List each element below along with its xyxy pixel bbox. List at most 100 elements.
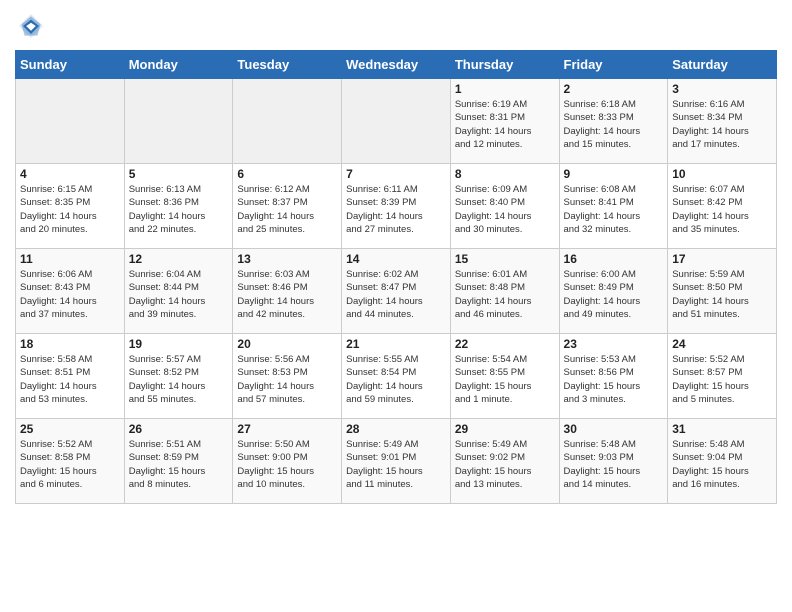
calendar-cell: 23Sunrise: 5:53 AM Sunset: 8:56 PM Dayli…: [559, 334, 668, 419]
day-info: Sunrise: 5:50 AM Sunset: 9:00 PM Dayligh…: [237, 438, 337, 491]
calendar-cell: 4 Sunrise: 6:15 AM Sunset: 8:35 PM Daylig…: [16, 164, 125, 249]
day-info: Sunrise: 6:00 AM Sunset: 8:49 PM Dayligh…: [564, 268, 664, 321]
day-info: Sunrise: 5:59 AM Sunset: 8:50 PM Dayligh…: [672, 268, 772, 321]
calendar-cell: 28Sunrise: 5:49 AM Sunset: 9:01 PM Dayli…: [342, 419, 451, 504]
day-info: Sunrise: 6:15 AM Sunset: 8:35 PM Dayligh…: [20, 183, 120, 236]
day-info: Sunrise: 6:19 AM Sunset: 8:31 PM Dayligh…: [455, 98, 555, 151]
calendar-cell: 13 Sunrise: 6:03 AM Sunset: 8:46 PM Dayli…: [233, 249, 342, 334]
day-number: 19: [129, 337, 229, 351]
calendar-cell: 17 Sunrise: 5:59 AM Sunset: 8:50 PM Dayli…: [668, 249, 777, 334]
weekday-header: Thursday: [450, 51, 559, 79]
day-info: Sunrise: 5:57 AM Sunset: 8:52 PM Dayligh…: [129, 353, 229, 406]
day-number: 11: [20, 252, 120, 266]
calendar-cell: 15 Sunrise: 6:01 AM Sunset: 8:48 PM Dayli…: [450, 249, 559, 334]
weekday-header: Wednesday: [342, 51, 451, 79]
calendar-cell: [342, 79, 451, 164]
calendar-cell: 30Sunrise: 5:48 AM Sunset: 9:03 PM Dayli…: [559, 419, 668, 504]
calendar-cell: [124, 79, 233, 164]
day-number: 21: [346, 337, 446, 351]
day-number: 14: [346, 252, 446, 266]
day-number: 17: [672, 252, 772, 266]
day-number: 22: [455, 337, 555, 351]
calendar-week-row: 4 Sunrise: 6:15 AM Sunset: 8:35 PM Daylig…: [16, 164, 777, 249]
calendar-cell: 25 Sunrise: 5:52 AM Sunset: 8:58 PM Dayli…: [16, 419, 125, 504]
weekday-header: Sunday: [16, 51, 125, 79]
day-info: Sunrise: 6:16 AM Sunset: 8:34 PM Dayligh…: [672, 98, 772, 151]
weekday-header: Monday: [124, 51, 233, 79]
calendar: SundayMondayTuesdayWednesdayThursdayFrid…: [15, 50, 777, 504]
day-info: Sunrise: 5:55 AM Sunset: 8:54 PM Dayligh…: [346, 353, 446, 406]
weekday-header: Saturday: [668, 51, 777, 79]
calendar-cell: 22 Sunrise: 5:54 AM Sunset: 8:55 PM Dayli…: [450, 334, 559, 419]
calendar-cell: 8Sunrise: 6:09 AM Sunset: 8:40 PM Daylig…: [450, 164, 559, 249]
calendar-cell: 29 Sunrise: 5:49 AM Sunset: 9:02 PM Dayli…: [450, 419, 559, 504]
calendar-cell: 18Sunrise: 5:58 AM Sunset: 8:51 PM Dayli…: [16, 334, 125, 419]
day-number: 26: [129, 422, 229, 436]
calendar-week-row: 18Sunrise: 5:58 AM Sunset: 8:51 PM Dayli…: [16, 334, 777, 419]
logo-icon: [15, 10, 47, 42]
calendar-cell: [16, 79, 125, 164]
day-info: Sunrise: 5:48 AM Sunset: 9:04 PM Dayligh…: [672, 438, 772, 491]
day-number: 5: [129, 167, 229, 181]
day-info: Sunrise: 6:01 AM Sunset: 8:48 PM Dayligh…: [455, 268, 555, 321]
day-info: Sunrise: 6:12 AM Sunset: 8:37 PM Dayligh…: [237, 183, 337, 236]
calendar-week-row: 1 Sunrise: 6:19 AM Sunset: 8:31 PM Daylig…: [16, 79, 777, 164]
day-info: Sunrise: 6:03 AM Sunset: 8:46 PM Dayligh…: [237, 268, 337, 321]
day-info: Sunrise: 5:54 AM Sunset: 8:55 PM Dayligh…: [455, 353, 555, 406]
day-info: Sunrise: 6:02 AM Sunset: 8:47 PM Dayligh…: [346, 268, 446, 321]
day-info: Sunrise: 5:58 AM Sunset: 8:51 PM Dayligh…: [20, 353, 120, 406]
weekday-header: Friday: [559, 51, 668, 79]
day-number: 23: [564, 337, 664, 351]
calendar-cell: [233, 79, 342, 164]
calendar-cell: 21 Sunrise: 5:55 AM Sunset: 8:54 PM Dayli…: [342, 334, 451, 419]
day-number: 13: [237, 252, 337, 266]
day-info: Sunrise: 6:07 AM Sunset: 8:42 PM Dayligh…: [672, 183, 772, 236]
day-number: 1: [455, 82, 555, 96]
day-number: 2: [564, 82, 664, 96]
calendar-cell: 3Sunrise: 6:16 AM Sunset: 8:34 PM Daylig…: [668, 79, 777, 164]
calendar-cell: 2 Sunrise: 6:18 AM Sunset: 8:33 PM Daylig…: [559, 79, 668, 164]
day-number: 28: [346, 422, 446, 436]
calendar-cell: 9Sunrise: 6:08 AM Sunset: 8:41 PM Daylig…: [559, 164, 668, 249]
calendar-cell: 20 Sunrise: 5:56 AM Sunset: 8:53 PM Dayli…: [233, 334, 342, 419]
day-number: 9: [564, 167, 664, 181]
day-number: 15: [455, 252, 555, 266]
calendar-cell: 7 Sunrise: 6:11 AM Sunset: 8:39 PM Daylig…: [342, 164, 451, 249]
calendar-cell: 31 Sunrise: 5:48 AM Sunset: 9:04 PM Dayli…: [668, 419, 777, 504]
calendar-cell: 12 Sunrise: 6:04 AM Sunset: 8:44 PM Dayli…: [124, 249, 233, 334]
day-info: Sunrise: 6:13 AM Sunset: 8:36 PM Dayligh…: [129, 183, 229, 236]
calendar-cell: 6 Sunrise: 6:12 AM Sunset: 8:37 PM Daylig…: [233, 164, 342, 249]
day-info: Sunrise: 5:52 AM Sunset: 8:58 PM Dayligh…: [20, 438, 120, 491]
calendar-cell: 16 Sunrise: 6:00 AM Sunset: 8:49 PM Dayli…: [559, 249, 668, 334]
calendar-cell: 14 Sunrise: 6:02 AM Sunset: 8:47 PM Dayli…: [342, 249, 451, 334]
day-number: 6: [237, 167, 337, 181]
logo: [15, 10, 51, 42]
day-number: 27: [237, 422, 337, 436]
day-number: 24: [672, 337, 772, 351]
day-info: Sunrise: 5:51 AM Sunset: 8:59 PM Dayligh…: [129, 438, 229, 491]
weekday-header: Tuesday: [233, 51, 342, 79]
day-number: 16: [564, 252, 664, 266]
day-number: 29: [455, 422, 555, 436]
calendar-cell: 11 Sunrise: 6:06 AM Sunset: 8:43 PM Dayli…: [16, 249, 125, 334]
day-number: 31: [672, 422, 772, 436]
day-number: 7: [346, 167, 446, 181]
day-info: Sunrise: 6:04 AM Sunset: 8:44 PM Dayligh…: [129, 268, 229, 321]
day-number: 20: [237, 337, 337, 351]
calendar-cell: 10Sunrise: 6:07 AM Sunset: 8:42 PM Dayli…: [668, 164, 777, 249]
day-number: 25: [20, 422, 120, 436]
day-info: Sunrise: 6:18 AM Sunset: 8:33 PM Dayligh…: [564, 98, 664, 151]
calendar-cell: 26 Sunrise: 5:51 AM Sunset: 8:59 PM Dayli…: [124, 419, 233, 504]
day-number: 12: [129, 252, 229, 266]
day-number: 8: [455, 167, 555, 181]
day-info: Sunrise: 5:49 AM Sunset: 9:02 PM Dayligh…: [455, 438, 555, 491]
calendar-cell: 27 Sunrise: 5:50 AM Sunset: 9:00 PM Dayli…: [233, 419, 342, 504]
day-number: 4: [20, 167, 120, 181]
calendar-week-row: 11 Sunrise: 6:06 AM Sunset: 8:43 PM Dayli…: [16, 249, 777, 334]
day-info: Sunrise: 5:56 AM Sunset: 8:53 PM Dayligh…: [237, 353, 337, 406]
day-info: Sunrise: 6:11 AM Sunset: 8:39 PM Dayligh…: [346, 183, 446, 236]
day-info: Sunrise: 5:48 AM Sunset: 9:03 PM Dayligh…: [564, 438, 664, 491]
day-info: Sunrise: 6:06 AM Sunset: 8:43 PM Dayligh…: [20, 268, 120, 321]
calendar-cell: 24Sunrise: 5:52 AM Sunset: 8:57 PM Dayli…: [668, 334, 777, 419]
page: SundayMondayTuesdayWednesdayThursdayFrid…: [0, 0, 792, 519]
